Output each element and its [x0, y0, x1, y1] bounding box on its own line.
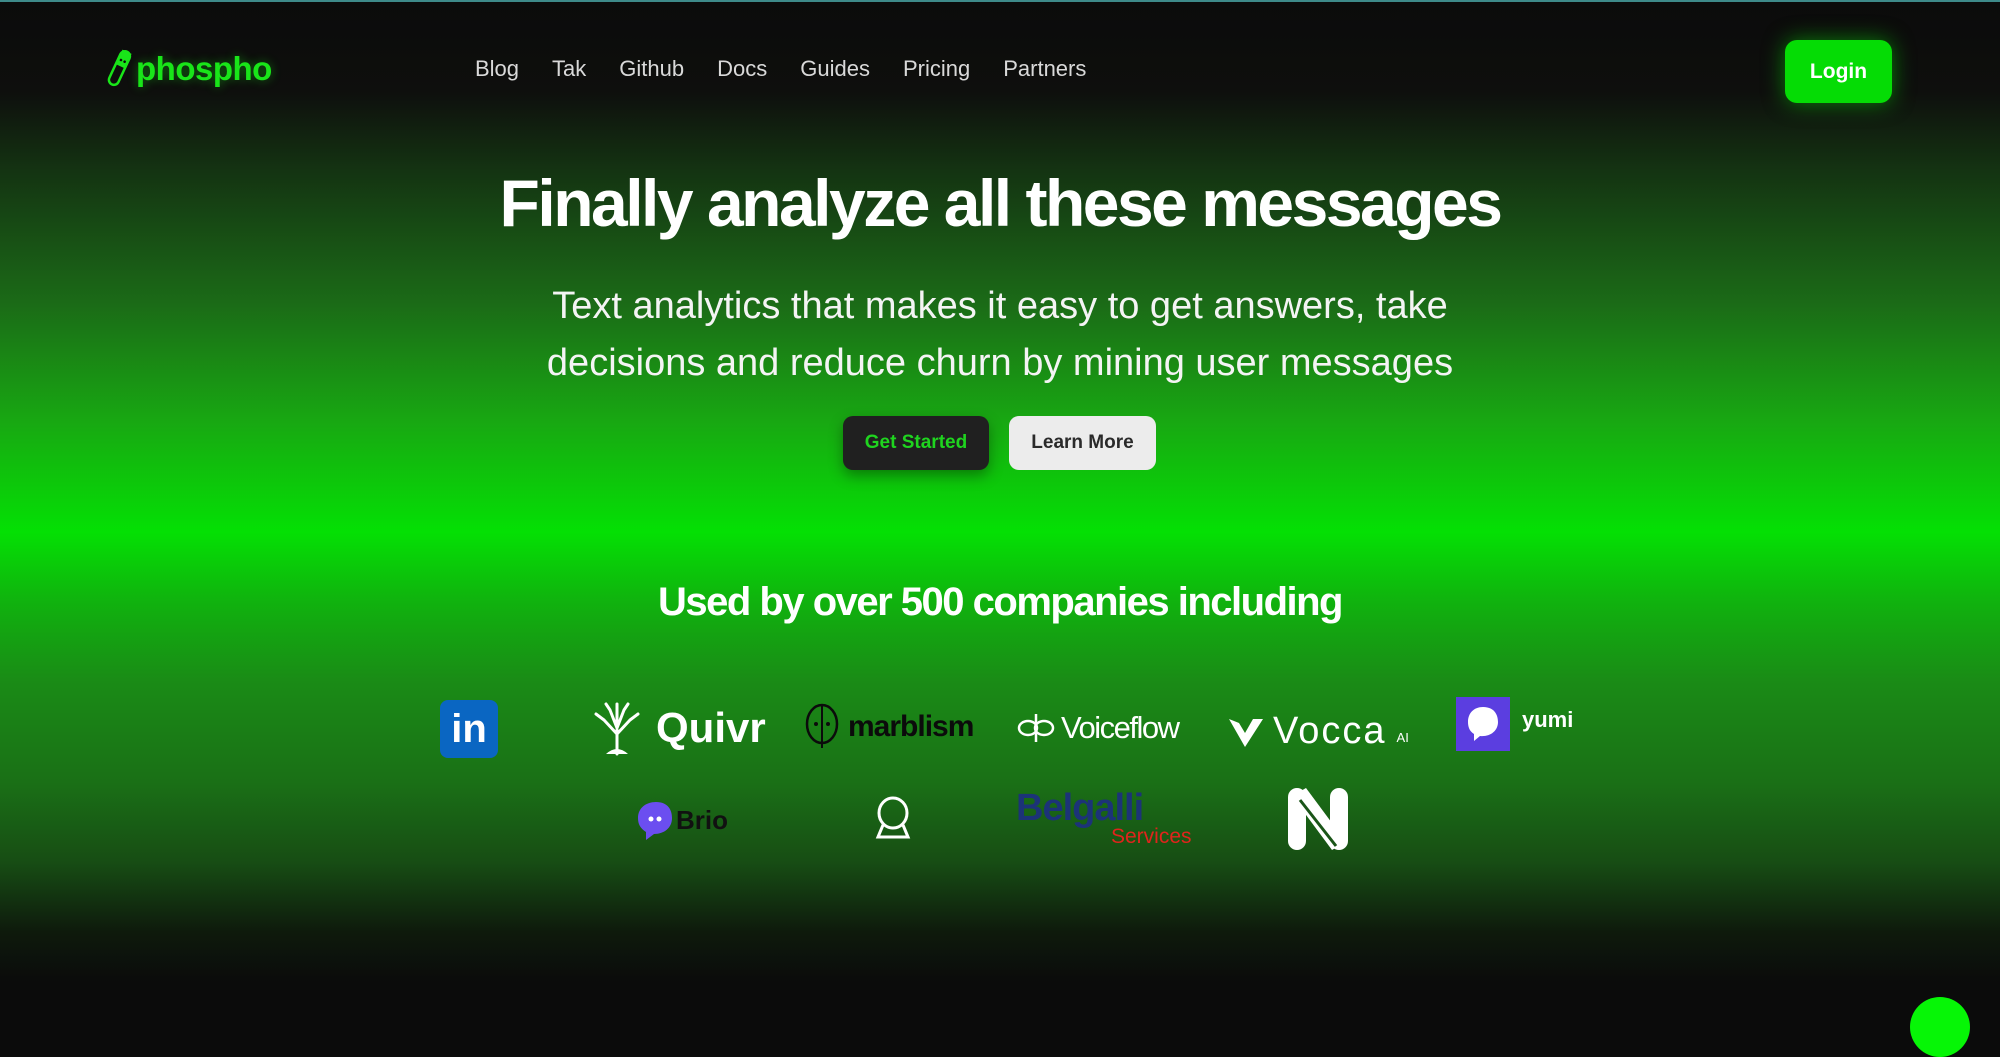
linkedin-logo-text: in: [451, 706, 487, 751]
linkedin-logo: in: [440, 700, 498, 758]
nav-github[interactable]: Github: [619, 56, 684, 82]
nav-tak[interactable]: Tak: [552, 56, 586, 82]
brio-logo: Brio: [636, 800, 728, 840]
hero-actions: Get Started Learn More: [843, 416, 1156, 470]
nav-blog[interactable]: Blog: [475, 56, 519, 82]
test-tube-icon: [107, 49, 132, 87]
brio-chat-icon: [638, 802, 672, 840]
nav-docs[interactable]: Docs: [717, 56, 767, 82]
yumi-logo-text: yumi: [1522, 707, 1574, 732]
marblism-logo: marblism: [804, 702, 974, 752]
vocca-ai-suffix: AI: [1396, 730, 1409, 745]
main-nav: Blog Tak Github Docs Guides Pricing Part…: [475, 56, 1119, 82]
belgalli-logo: Belgalli Services: [1016, 787, 1192, 848]
yumi-chat-icon: [1456, 697, 1510, 751]
ring-icon: [875, 796, 911, 839]
brand-name: phospho: [136, 50, 272, 87]
yumi-logo: yumi: [1456, 697, 1573, 751]
brio-logo-text: Brio: [676, 804, 728, 835]
nav-pricing[interactable]: Pricing: [903, 56, 970, 82]
vocca-logo: Vocca AI: [1227, 710, 1409, 753]
customers-heading: Used by over 500 companies including: [657, 580, 1344, 624]
ring-logo: [873, 795, 913, 841]
nav-partners[interactable]: Partners: [1003, 56, 1086, 82]
quivr-logo-text: Quivr: [656, 704, 766, 751]
chat-widget-button[interactable]: [1910, 997, 1970, 1057]
nav-guides[interactable]: Guides: [800, 56, 870, 82]
voiceflow-flower-icon: [1017, 714, 1055, 742]
voiceflow-logo-text: Voiceflow: [1061, 710, 1180, 745]
learn-more-button[interactable]: Learn More: [1009, 416, 1156, 470]
tree-icon: [594, 702, 640, 756]
vocca-v-icon: [1229, 718, 1263, 747]
vocca-logo-text: Vocca: [1273, 710, 1387, 752]
n-logo: [1286, 786, 1350, 852]
marblism-logo-text: marblism: [848, 710, 974, 743]
hero-title: Finally analyze all these messages: [499, 166, 1503, 240]
n-letter-icon: [1288, 788, 1348, 850]
hero-gradient-background: [0, 2, 2000, 1011]
quivr-logo: Quivr: [588, 700, 766, 756]
belgalli-logo-text: Belgalli: [1016, 787, 1144, 829]
get-started-button[interactable]: Get Started: [843, 416, 989, 470]
login-button[interactable]: Login: [1785, 40, 1892, 103]
belgalli-services-text: Services: [1111, 825, 1192, 848]
statue-head-icon: [805, 703, 839, 748]
voiceflow-logo: Voiceflow: [1017, 710, 1180, 746]
brand-logo[interactable]: phospho: [106, 48, 272, 90]
hero-subtitle: Text analytics that makes it easy to get…: [546, 285, 1454, 384]
